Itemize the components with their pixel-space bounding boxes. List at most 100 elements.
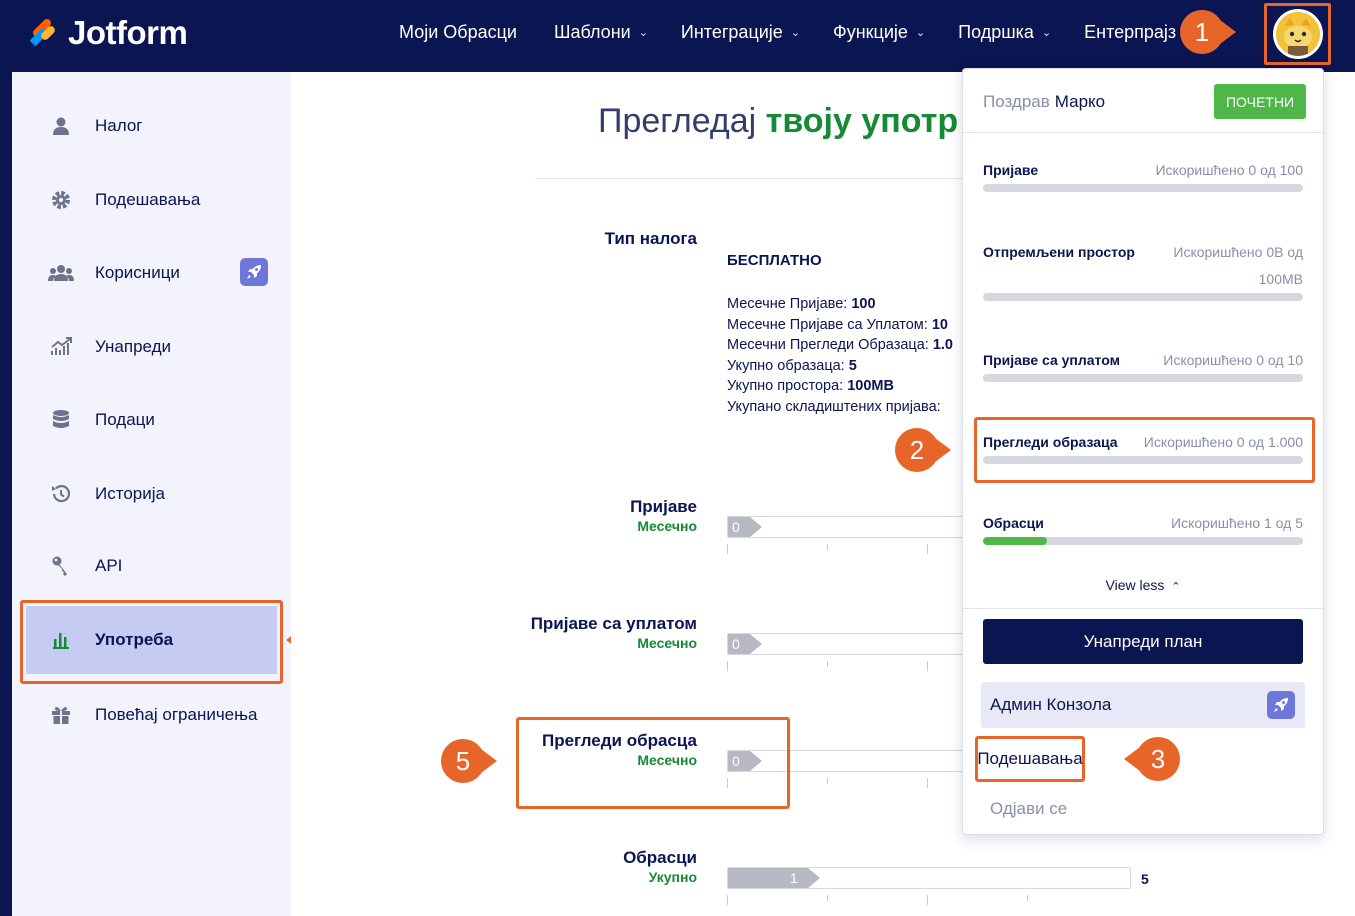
tick	[727, 661, 728, 671]
plan-detail-row: Укупано складиштених пријава:	[727, 397, 953, 418]
chevron-down-icon: ⌄	[915, 27, 926, 39]
plan-detail-row: Укупно простора: 100MB	[727, 376, 953, 397]
usage-label: Пријаве	[983, 162, 1039, 178]
main-nav: Моји Обрасци Шаблони ⌄ Интеграције ⌄ Функц…	[399, 22, 1176, 43]
usage-label: Отпремљени простор	[983, 244, 1135, 260]
plan-detail-label: Месечне Пријаве са Уплатом:	[727, 316, 932, 333]
admin-console-link[interactable]: Админ Конзола	[981, 682, 1305, 728]
usage-row-payments: Пријаве са уплатом Искоришћено 0 од 10	[983, 352, 1303, 382]
logo-text: Jotform	[68, 14, 188, 51]
avatar-button[interactable]	[1264, 3, 1331, 65]
plan-detail-value: 100	[851, 296, 876, 312]
sidebar-item-label: Унапреди	[95, 337, 172, 356]
tick	[827, 661, 828, 667]
usage-submissions-label: Пријаве	[630, 497, 697, 516]
tick	[927, 895, 928, 905]
sidebar-item-increase-limits[interactable]: Повећај ограничења	[12, 685, 291, 745]
cat-avatar-icon	[1275, 12, 1320, 56]
history-icon	[48, 481, 74, 507]
sidebar-item-label: Подешавања	[95, 190, 201, 209]
chevron-up-icon: ⌃	[1171, 581, 1181, 593]
jotform-logo[interactable]: Jotform	[24, 14, 188, 52]
nav-label: Шаблони	[553, 22, 631, 42]
usage-progress-bar	[983, 374, 1303, 382]
nav-templates[interactable]: Шаблони ⌄	[554, 22, 648, 43]
usage-bar-ticks	[727, 895, 1127, 905]
sidebar-item-settings[interactable]: Подешавања	[12, 170, 291, 230]
highlight-frame-usage	[20, 600, 283, 684]
rocket-icon	[1267, 691, 1295, 719]
nav-label: Интеграције	[680, 22, 783, 42]
usage-forms-label: Обрасци	[623, 848, 697, 867]
callout-marker-2: 2	[895, 428, 951, 472]
nav-enterprise[interactable]: Ентерпрајз	[1084, 22, 1176, 43]
sidebar-item-data[interactable]: Подаци	[12, 390, 291, 450]
plan-detail-label: Месечне Пријаве:	[727, 296, 852, 312]
plan-detail-label: Укупно простора:	[727, 378, 848, 394]
highlight-frame-form-views-usage	[974, 417, 1315, 483]
usage-value: Искоришћено 0 од 100	[1155, 162, 1303, 178]
page-title-highlight: твоју употр	[765, 102, 959, 140]
sidebar-item-account[interactable]: Налог	[12, 96, 291, 156]
user-menu-dropdown: Поздрав Марко ПОЧЕТНИ Пријаве Искоришћено…	[962, 68, 1324, 835]
chevron-down-icon: ⌄	[790, 27, 801, 39]
usage-value: Искоришћено 0 од 10	[1163, 352, 1303, 368]
usage-row-storage: Отпремљени простор Искоришћено 0B од 100…	[983, 244, 1303, 304]
usage-label: Пријаве са уплатом	[983, 352, 1120, 368]
usage-progress-fill	[983, 537, 1047, 545]
chevron-down-icon: ⌄	[1041, 27, 1052, 39]
nav-label: Функције	[833, 22, 908, 42]
top-navigation-bar: Jotform Моји Обрасци Шаблони ⌄ Интеграциј…	[0, 0, 1355, 72]
sidebar-item-api[interactable]: API	[12, 536, 291, 596]
sidebar-item-label: API	[95, 556, 123, 575]
user-icon	[48, 113, 74, 139]
usage-value: 100MB	[1258, 271, 1303, 287]
sidebar: Налог Подешавања Корисници Унапреди Пода…	[12, 72, 291, 916]
highlight-frame-form-views	[516, 717, 790, 809]
plan-badge-button[interactable]: ПОЧЕТНИ	[1214, 84, 1306, 119]
logout-link[interactable]: Одјави се	[990, 799, 1067, 819]
usage-bar-value: 0	[728, 517, 762, 537]
plan-name: БЕСПЛАТНО	[727, 252, 822, 269]
upgrade-plan-button[interactable]: Унапреди план	[983, 619, 1303, 664]
nav-my-forms[interactable]: Моји Обрасци	[399, 22, 517, 43]
sidebar-item-upgrade[interactable]: Унапреди	[12, 317, 291, 377]
settings-link[interactable]: Подешавања	[975, 736, 1085, 782]
menu-divider	[963, 608, 1323, 609]
nav-integrations[interactable]: Интеграције ⌄	[681, 22, 800, 43]
nav-features[interactable]: Функције ⌄	[833, 22, 925, 43]
avatar	[1272, 9, 1323, 59]
users-icon	[48, 260, 74, 286]
view-less-toggle[interactable]: View less ⌃	[963, 577, 1323, 593]
usage-bar-value: 0	[728, 634, 762, 654]
page-title: Прегледај твоју употр	[598, 102, 958, 141]
tick	[727, 544, 728, 554]
callout-arrow	[481, 749, 497, 773]
view-less-label: View less	[1105, 577, 1165, 593]
admin-console-label: Админ Конзола	[990, 695, 1112, 714]
tick	[1027, 895, 1028, 901]
tick	[927, 544, 928, 554]
plan-detail-label: Укупано складиштених пријава:	[727, 398, 941, 415]
sidebar-item-history[interactable]: Историја	[12, 464, 291, 524]
tick	[827, 895, 828, 901]
user-name: Марко	[1054, 92, 1106, 111]
tick	[827, 544, 828, 550]
callout-marker-5: 5	[441, 739, 497, 783]
usage-forms-max: 5	[1141, 871, 1149, 887]
usage-progress-bar	[983, 184, 1303, 192]
account-type-label: Тип налога	[604, 229, 697, 248]
tick	[827, 778, 828, 784]
plan-detail-label: Месечни Прегледи Образаца:	[727, 337, 933, 353]
sidebar-item-label: Историја	[95, 484, 165, 503]
usage-value: Искоришћено 0B од	[1173, 244, 1303, 260]
callout-arrow	[935, 438, 951, 462]
plan-details: Месечне Пријаве: 100 Месечне Пријаве са …	[727, 294, 953, 417]
nav-support[interactable]: Подршка ⌄	[958, 22, 1051, 43]
usage-forms-bar: 1	[727, 867, 1131, 889]
usage-submissions-period: Месечно	[637, 518, 697, 534]
chart-up-icon	[48, 334, 74, 360]
sidebar-item-label: Корисници	[95, 263, 180, 282]
greeting: Поздрав Марко	[983, 92, 1105, 112]
plan-detail-row: Месечне Пријаве: 100	[727, 294, 953, 315]
